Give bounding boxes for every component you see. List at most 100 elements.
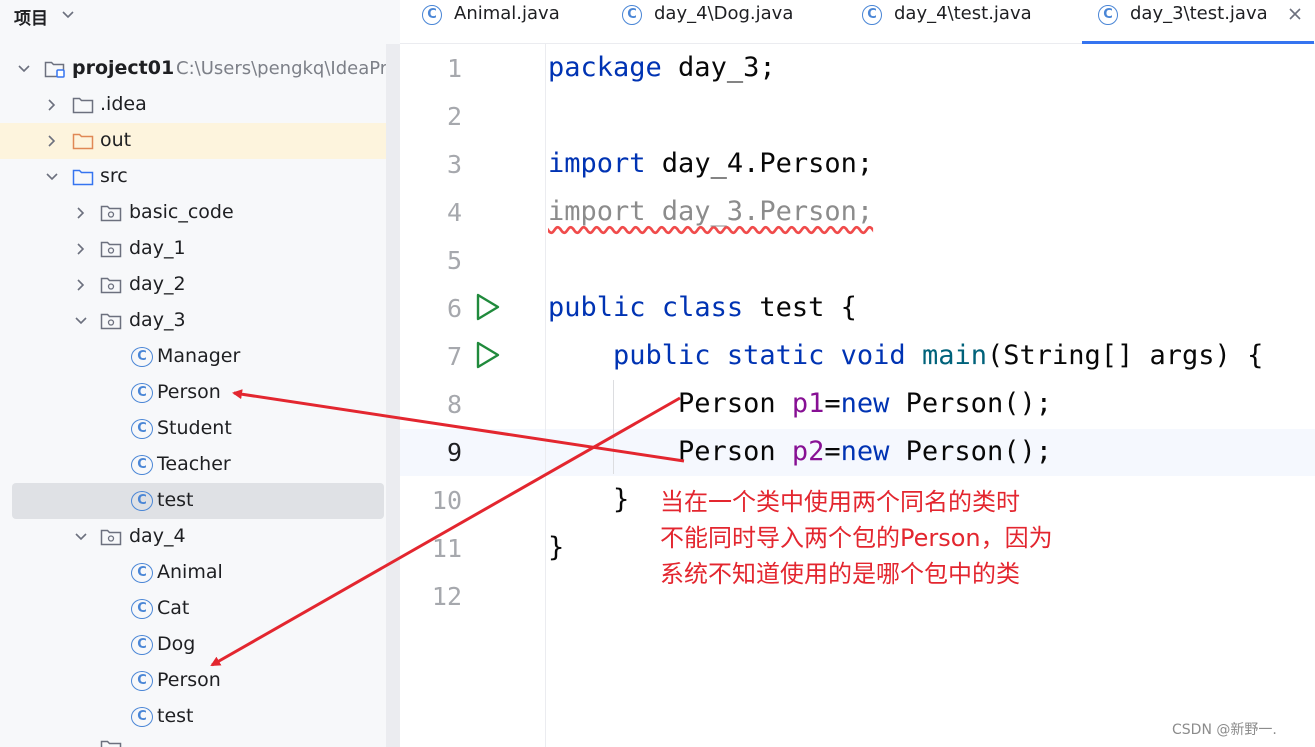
run-icon[interactable] bbox=[474, 292, 502, 322]
unused-import: import day_3.Person; bbox=[548, 196, 874, 227]
tree-item-label: Animal bbox=[157, 561, 223, 583]
code-line-10: } bbox=[548, 484, 629, 515]
keyword: new bbox=[840, 436, 890, 467]
code-text: day_3; bbox=[661, 52, 776, 83]
tree-item-day-2[interactable]: day_2 bbox=[0, 267, 386, 303]
variable: p2 bbox=[791, 436, 825, 467]
tree-item-class[interactable]: C Student bbox=[0, 411, 386, 447]
package-icon bbox=[100, 241, 122, 258]
chevron-right-icon[interactable] bbox=[45, 98, 59, 112]
keyword: static bbox=[726, 340, 825, 371]
chevron-down-icon[interactable] bbox=[60, 6, 76, 22]
watermark: CSDN @新野一. bbox=[1172, 722, 1277, 738]
code-line-3: import day_4.Person; bbox=[548, 148, 873, 179]
tab-animal-java[interactable]: C Animal.java bbox=[422, 0, 572, 44]
tree-item-class[interactable]: C Animal bbox=[0, 555, 386, 591]
project-panel-header: 项目 bbox=[0, 0, 400, 30]
excluded-folder-icon bbox=[72, 133, 94, 150]
tree-item-src[interactable]: src bbox=[0, 159, 386, 195]
line-number-current: 9 bbox=[446, 438, 462, 467]
tab-day4-dog-java[interactable]: C day_4\Dog.java bbox=[622, 0, 812, 44]
line-number: 4 bbox=[446, 198, 462, 227]
tree-item-label: day_3 bbox=[129, 309, 186, 331]
chevron-down-icon[interactable] bbox=[74, 530, 88, 544]
tree-item-day-1[interactable]: day_1 bbox=[0, 231, 386, 267]
keyword: class bbox=[661, 292, 744, 323]
tree-item-day-3[interactable]: day_3 bbox=[0, 303, 386, 339]
tree-item-basic-code[interactable]: basic_code bbox=[0, 195, 386, 231]
code-line-4: import day_3.Person; bbox=[548, 196, 873, 227]
keyword: void bbox=[840, 340, 906, 371]
code-text: } bbox=[548, 532, 565, 563]
keyword: public bbox=[548, 292, 646, 323]
project-panel-scrollbar[interactable] bbox=[386, 44, 400, 747]
keyword: package bbox=[548, 52, 662, 83]
java-class-icon: C bbox=[131, 671, 153, 691]
project-tool-window: 项目 project01 C:\Users\pengkq\IdeaPro .id… bbox=[0, 0, 400, 747]
code-text: day_4.Person; bbox=[645, 148, 874, 179]
java-class-icon: C bbox=[131, 491, 153, 511]
tree-item-class[interactable]: C Cat bbox=[0, 591, 386, 627]
java-class-icon: C bbox=[131, 599, 153, 619]
code-text: Person(); bbox=[889, 388, 1052, 419]
chevron-down-icon[interactable] bbox=[17, 62, 31, 76]
package-icon bbox=[100, 205, 122, 222]
annotation-line: 不能同时导入两个包的Person，因为 bbox=[660, 524, 1053, 552]
tab-label: Animal.java bbox=[454, 3, 560, 24]
line-number: 12 bbox=[431, 582, 462, 611]
chevron-right-icon[interactable] bbox=[74, 278, 88, 292]
tree-item-class[interactable]: C test bbox=[0, 699, 386, 735]
tree-item-label: Person bbox=[157, 381, 221, 403]
code-line-7: public static void main(String[] args) { bbox=[548, 340, 1263, 371]
tree-item-class[interactable]: C Person bbox=[0, 663, 386, 699]
tree-item-label: Person bbox=[157, 669, 221, 691]
project-name: project01 bbox=[72, 57, 175, 79]
tree-item-label: test bbox=[157, 489, 194, 511]
chevron-right-icon[interactable] bbox=[74, 206, 88, 220]
tree-item-label: day_2 bbox=[129, 273, 186, 295]
tree-item-label: test bbox=[157, 705, 194, 727]
java-class-icon: C bbox=[1098, 5, 1118, 25]
chevron-down-icon[interactable] bbox=[45, 170, 59, 184]
code-text: Person bbox=[678, 388, 792, 419]
code-editor[interactable]: 1 2 3 4 5 6 7 8 9 10 11 12 package day_3… bbox=[400, 44, 1315, 747]
chevron-right-icon[interactable] bbox=[45, 134, 59, 148]
tree-item-day-4[interactable]: day_4 bbox=[0, 519, 386, 555]
package-icon bbox=[100, 529, 122, 546]
tab-day4-test-java[interactable]: C day_4\test.java bbox=[862, 0, 1052, 44]
code-text: Person bbox=[678, 436, 792, 467]
keyword: public bbox=[613, 340, 711, 371]
line-number: 5 bbox=[446, 246, 462, 275]
java-class-icon: C bbox=[131, 635, 153, 655]
line-number: 8 bbox=[446, 390, 462, 419]
run-icon[interactable] bbox=[474, 340, 502, 370]
package-icon bbox=[100, 313, 122, 330]
method-name: main bbox=[921, 340, 987, 371]
line-number: 6 bbox=[446, 294, 462, 323]
tree-item-label: Student bbox=[157, 417, 232, 439]
tree-item-class[interactable]: C Dog bbox=[0, 627, 386, 663]
close-icon[interactable] bbox=[1286, 5, 1304, 23]
line-number: 2 bbox=[446, 102, 462, 131]
tree-item-class[interactable]: C Manager bbox=[0, 339, 386, 375]
tree-item-class[interactable]: C Person bbox=[0, 375, 386, 411]
project-panel-title[interactable]: 项目 bbox=[14, 4, 48, 29]
line-number: 1 bbox=[446, 54, 462, 83]
gutter-divider bbox=[545, 44, 546, 747]
tree-item-label: src bbox=[100, 165, 128, 187]
java-class-icon: C bbox=[131, 563, 153, 583]
java-class-icon: C bbox=[131, 455, 153, 475]
tree-item-idea[interactable]: .idea bbox=[0, 87, 386, 123]
chevron-down-icon[interactable] bbox=[74, 314, 88, 328]
tab-day3-test-java[interactable]: C day_3\test.java bbox=[1082, 0, 1314, 44]
tree-item-label: day_4 bbox=[129, 525, 186, 547]
tree-item-class-selected[interactable]: C test bbox=[12, 483, 384, 519]
code-text: = bbox=[824, 436, 841, 467]
annotation-line: 当在一个类中使用两个同名的类时 bbox=[660, 488, 1020, 516]
code-line-11: } bbox=[548, 532, 564, 563]
tree-item-class[interactable]: C Teacher bbox=[0, 447, 386, 483]
tree-item-out[interactable]: out bbox=[0, 123, 386, 159]
chevron-right-icon[interactable] bbox=[74, 242, 88, 256]
source-folder-icon bbox=[72, 169, 94, 186]
tree-item-project01[interactable]: project01 C:\Users\pengkq\IdeaPro bbox=[0, 51, 398, 87]
